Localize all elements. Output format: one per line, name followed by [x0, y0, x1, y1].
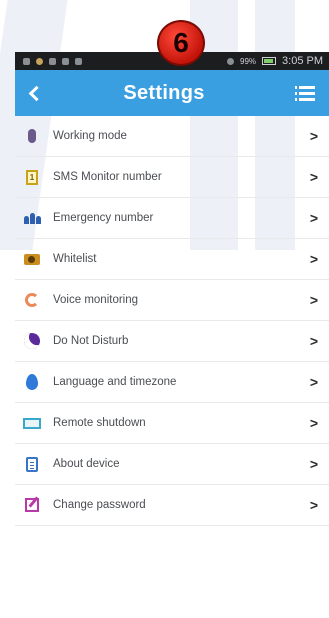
settings-item-label: Change password [53, 499, 146, 511]
sms-icon: 1 [15, 157, 49, 198]
step-number-badge: 6 [157, 20, 205, 66]
settings-item-label: Language and timezone [53, 376, 177, 388]
settings-item-sms-monitor-number[interactable]: 1 SMS Monitor number > [15, 157, 329, 198]
headset-icon [15, 280, 49, 321]
settings-item-label: SMS Monitor number [53, 171, 162, 183]
settings-item-label: Working mode [53, 130, 127, 142]
chevron-right-icon: > [309, 292, 319, 308]
chevron-right-icon: > [309, 333, 319, 349]
status-right: 99% 3:05 PM [227, 55, 329, 67]
settings-item-about-device[interactable]: About device > [15, 444, 329, 485]
chevron-right-icon: > [309, 415, 319, 431]
notification-icon [75, 57, 82, 65]
chevron-right-icon: > [309, 210, 319, 226]
phone-icon [15, 116, 49, 157]
settings-item-label: Remote shutdown [53, 417, 146, 429]
settings-item-voice-monitoring[interactable]: Voice monitoring > [15, 280, 329, 321]
settings-item-label: Voice monitoring [53, 294, 139, 306]
monitor-icon [15, 403, 49, 444]
settings-list: Working mode > 1 SMS Monitor number > Em… [15, 116, 329, 526]
chevron-right-icon: > [309, 456, 319, 472]
notification-icon [49, 57, 56, 65]
battery-percent: 99% [240, 56, 257, 66]
notification-icon [23, 57, 30, 65]
app-bar: Settings [15, 70, 329, 116]
notification-icons [15, 57, 82, 65]
wifi-icon [227, 57, 235, 65]
settings-item-label: Do Not Disturb [53, 335, 129, 347]
chevron-right-icon: > [309, 128, 319, 144]
chevron-right-icon: > [309, 169, 319, 185]
settings-item-label: Emergency number [53, 212, 154, 224]
notification-icon [36, 57, 43, 65]
chevron-right-icon: > [309, 374, 319, 390]
settings-item-remote-shutdown[interactable]: Remote shutdown > [15, 403, 329, 444]
settings-item-language-timezone[interactable]: Language and timezone > [15, 362, 329, 403]
settings-item-label: Whitelist [53, 253, 97, 265]
people-icon [15, 198, 49, 239]
moon-icon [15, 321, 49, 362]
contact-card-icon [15, 239, 49, 280]
notification-icon [62, 57, 69, 65]
step-number: 6 [173, 27, 189, 58]
settings-item-working-mode[interactable]: Working mode > [15, 116, 329, 157]
settings-item-change-password[interactable]: Change password > [15, 485, 329, 526]
settings-item-whitelist[interactable]: Whitelist > [15, 239, 329, 280]
page-title: Settings [123, 81, 205, 104]
status-time: 3:05 PM [282, 55, 323, 67]
list-menu-icon[interactable] [285, 70, 329, 116]
chevron-right-icon: > [309, 251, 319, 267]
chevron-right-icon: > [309, 497, 319, 513]
settings-item-emergency-number[interactable]: Emergency number > [15, 198, 329, 239]
globe-icon [15, 362, 49, 403]
edit-icon [15, 485, 49, 526]
battery-icon [262, 57, 277, 65]
settings-item-do-not-disturb[interactable]: Do Not Disturb > [15, 321, 329, 362]
document-icon [15, 444, 49, 485]
settings-item-label: About device [53, 458, 120, 470]
